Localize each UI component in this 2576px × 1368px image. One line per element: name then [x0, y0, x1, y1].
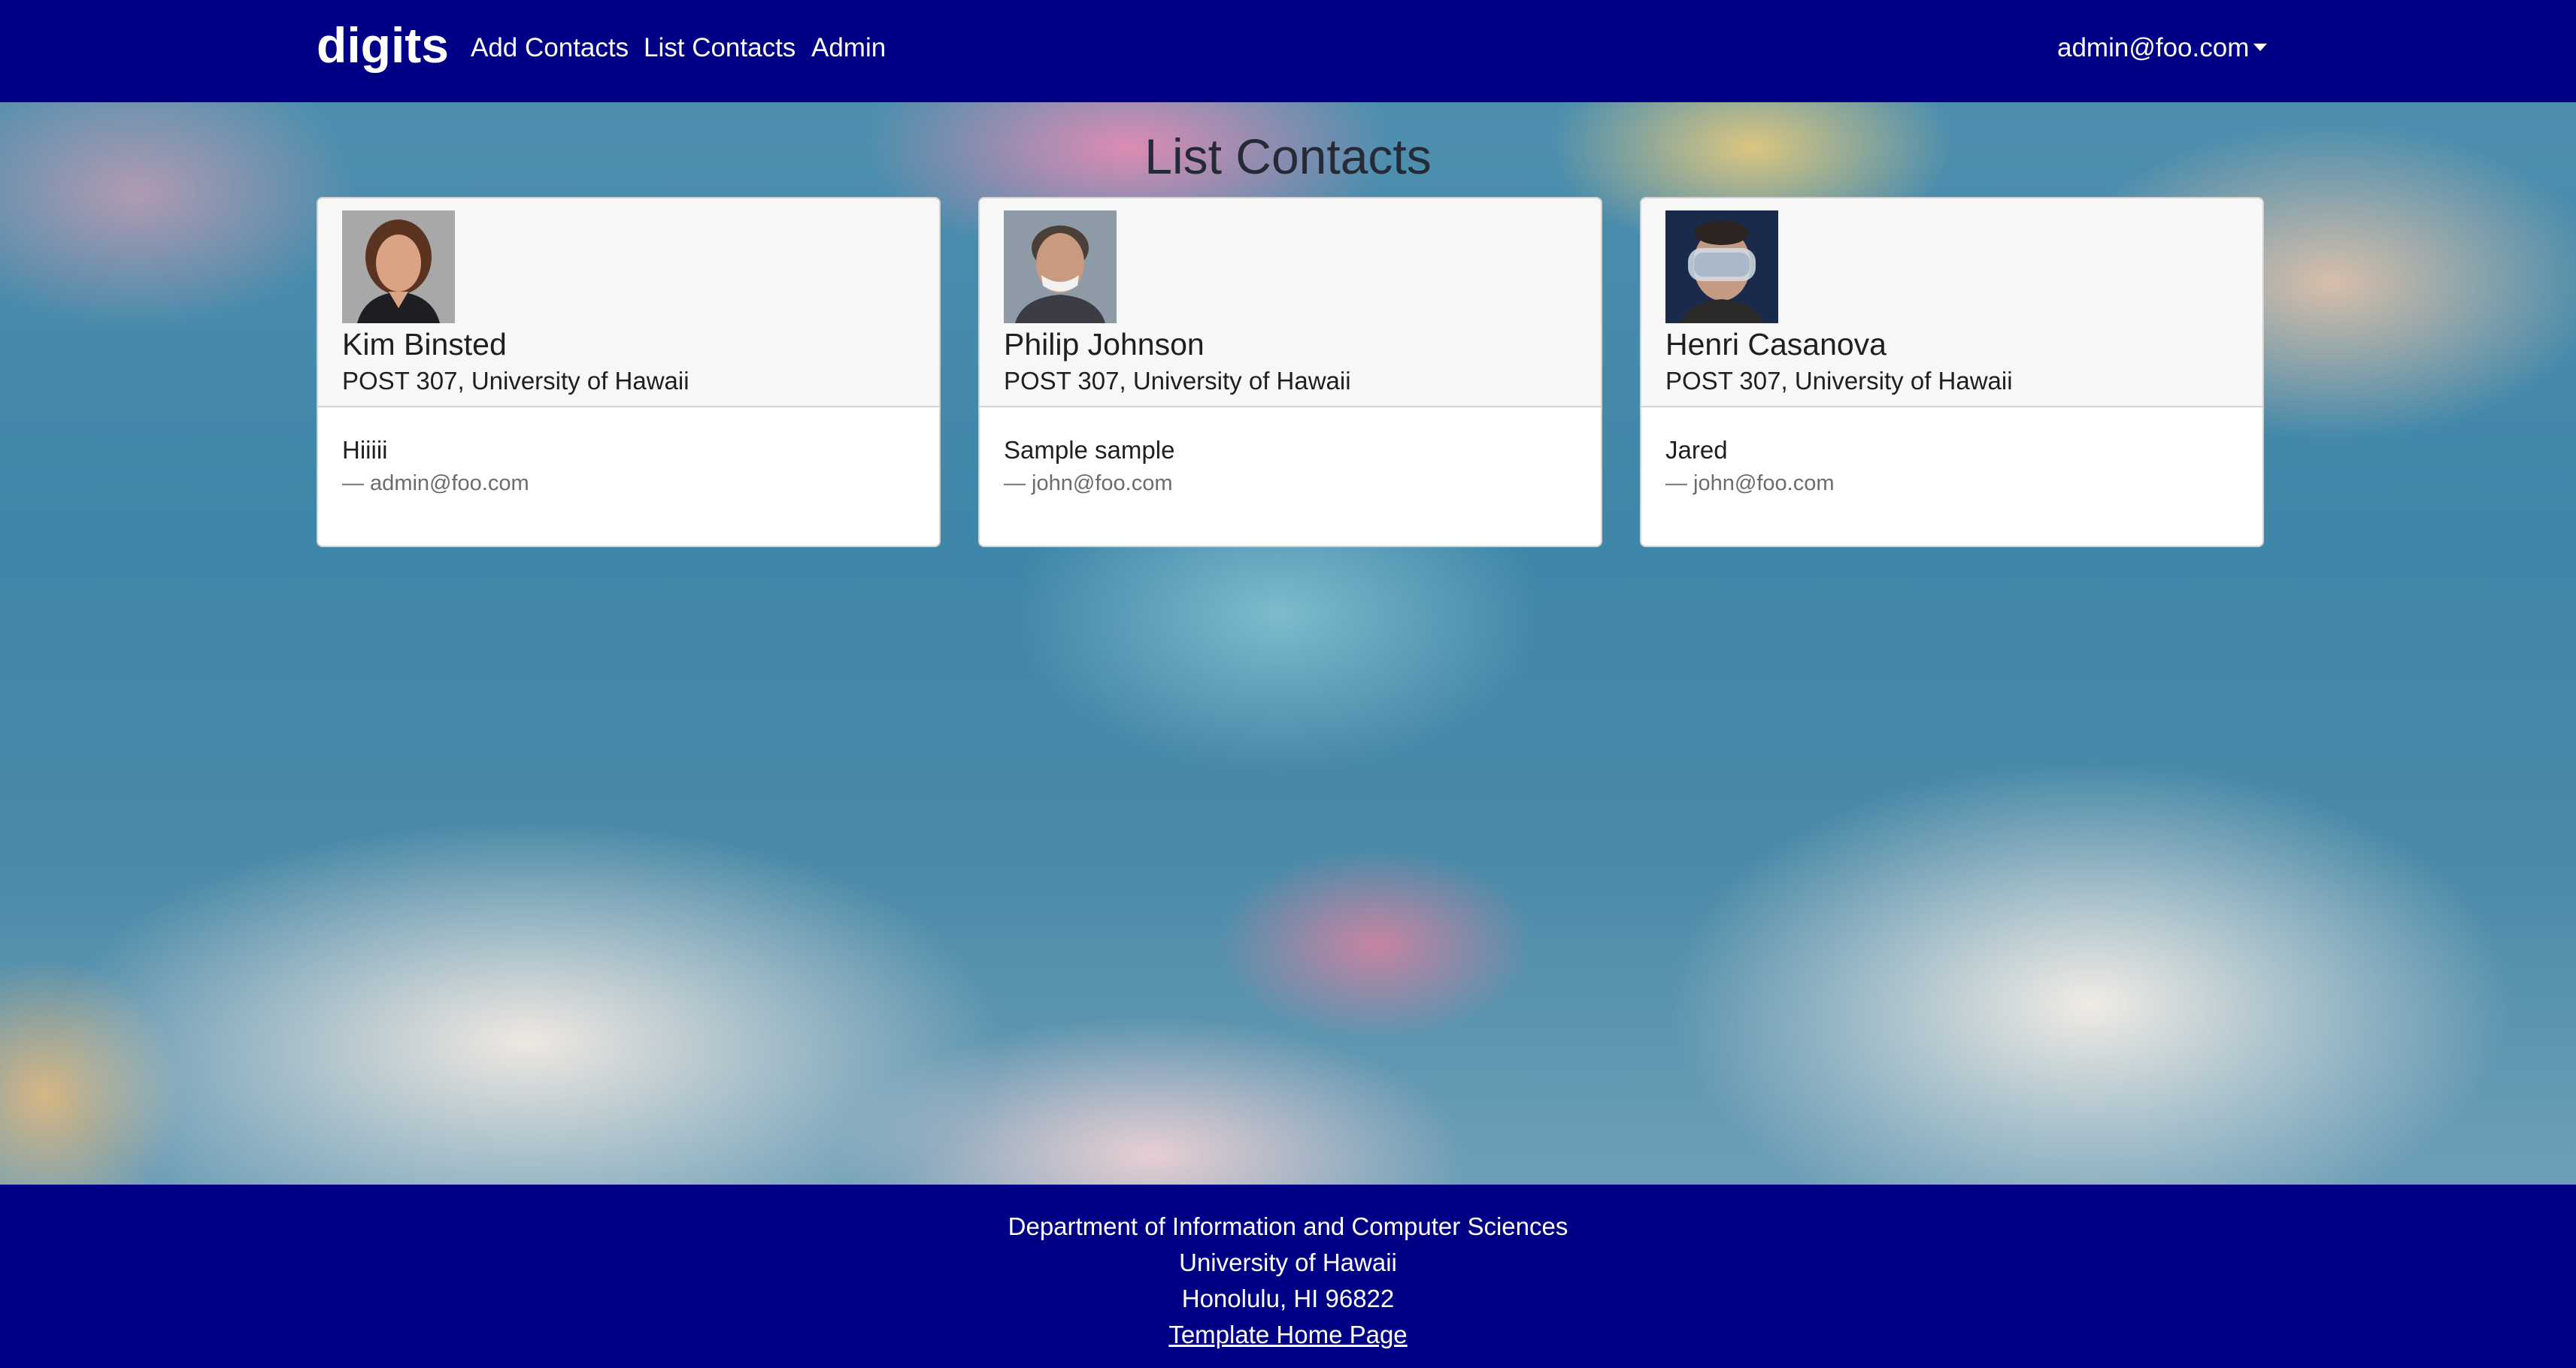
page-title: List Contacts	[1144, 129, 1432, 184]
template-home-page-link[interactable]: Template Home Page	[0, 1318, 2576, 1351]
note-text: Sample sample	[1004, 436, 1175, 464]
contact-card: Kim Binsted POST 307, University of Hawa…	[317, 197, 941, 547]
nav-link-add-contacts[interactable]: Add Contacts	[471, 32, 629, 65]
note-owner: — john@foo.com	[1004, 471, 1173, 495]
avatar	[1004, 210, 1117, 323]
note-owner: — admin@foo.com	[342, 471, 529, 495]
footer-department: Department of Information and Computer S…	[1008, 1212, 1568, 1240]
avatar	[342, 210, 455, 323]
contact-address: POST 307, University of Hawaii	[342, 367, 689, 395]
card-header: Kim Binsted POST 307, University of Hawa…	[318, 198, 939, 407]
nav-link-list-contacts[interactable]: List Contacts	[644, 32, 796, 65]
nav-link-admin[interactable]: Admin	[811, 32, 886, 65]
footer: Department of Information and Computer S…	[0, 1185, 2576, 1368]
contact-name: Philip Johnson	[1004, 327, 1205, 362]
contact-address: POST 307, University of Hawaii	[1665, 367, 2013, 395]
contact-name: Kim Binsted	[342, 327, 507, 362]
contact-card: Henri Casanova POST 307, University of H…	[1640, 197, 2264, 547]
navbar: digits Add Contacts List Contacts Admin …	[0, 0, 2576, 102]
card-header: Philip Johnson POST 307, University of H…	[980, 198, 1601, 407]
caret-down-icon	[2253, 43, 2268, 51]
note-text: Hiiiii	[342, 436, 388, 464]
user-menu-label: admin@foo.com	[2057, 33, 2250, 62]
footer-city: Honolulu, HI 96822	[1181, 1285, 1395, 1312]
user-menu-dropdown[interactable]: admin@foo.com	[2057, 32, 2268, 65]
brand-logo[interactable]: digits	[317, 15, 449, 75]
avatar	[1665, 210, 1778, 323]
note-owner: — john@foo.com	[1665, 471, 1835, 495]
note-text: Jared	[1665, 436, 1728, 464]
contact-address: POST 307, University of Hawaii	[1004, 367, 1351, 395]
card-header: Henri Casanova POST 307, University of H…	[1641, 198, 2262, 407]
contact-card: Philip Johnson POST 307, University of H…	[978, 197, 1602, 547]
contact-name: Henri Casanova	[1665, 327, 1887, 362]
footer-university: University of Hawaii	[1179, 1248, 1397, 1276]
